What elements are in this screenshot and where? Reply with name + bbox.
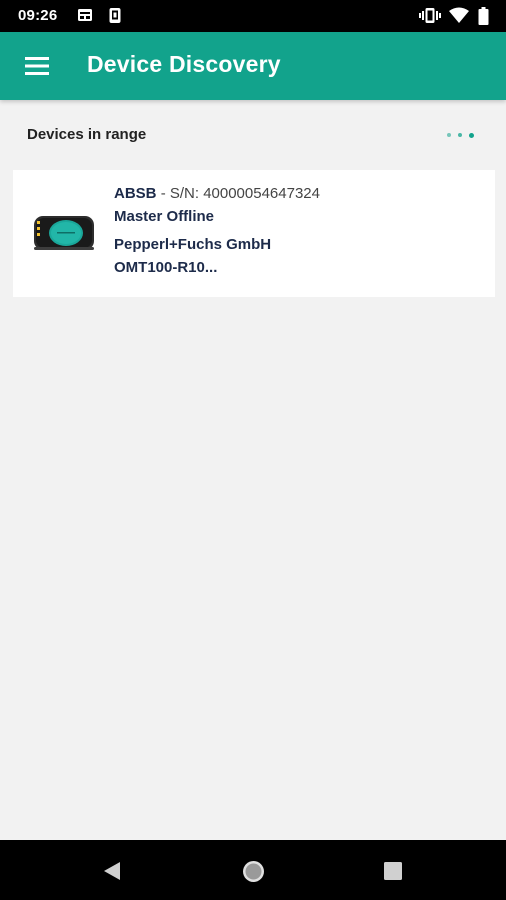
- home-circle-icon[interactable]: [242, 860, 265, 883]
- device-card[interactable]: ABSB - S/N: 40000054647324 Master Offlin…: [13, 170, 495, 297]
- device-icon: [109, 8, 121, 23]
- back-triangle-icon[interactable]: [102, 861, 122, 881]
- page-title: Device Discovery: [87, 51, 281, 77]
- loading-dot: [469, 132, 474, 138]
- hamburger-menu-icon[interactable]: [22, 52, 52, 80]
- device-vendor: Pepperl+Fuchs GmbH: [114, 236, 272, 253]
- vibrate-icon: [419, 8, 441, 23]
- device-discovery-screen: 09:26 Device Discovery Devices in range …: [0, 0, 506, 900]
- loading-indicator: [446, 131, 476, 139]
- battery-icon: [478, 7, 489, 25]
- device-name: ABSB: [114, 185, 157, 202]
- sim-card-icon: [78, 9, 92, 21]
- app-bar: Device Discovery: [0, 32, 506, 100]
- section-title: Devices in range: [27, 126, 147, 143]
- status-time: 09:26: [18, 7, 58, 24]
- loading-dot: [447, 133, 451, 137]
- status-bar: 09:26: [0, 0, 506, 32]
- device-status: Master Offline: [114, 208, 215, 225]
- sensor-device-icon: [34, 216, 94, 250]
- device-name-line: ABSB - S/N: 40000054647324: [114, 185, 320, 202]
- navigation-bar: [0, 840, 506, 900]
- device-model: OMT100-R10...: [114, 259, 218, 276]
- loading-dot: [458, 133, 462, 137]
- wifi-icon: [449, 7, 469, 23]
- recents-square-icon[interactable]: [384, 862, 402, 880]
- device-serial: - S/N: 40000054647324: [160, 185, 320, 202]
